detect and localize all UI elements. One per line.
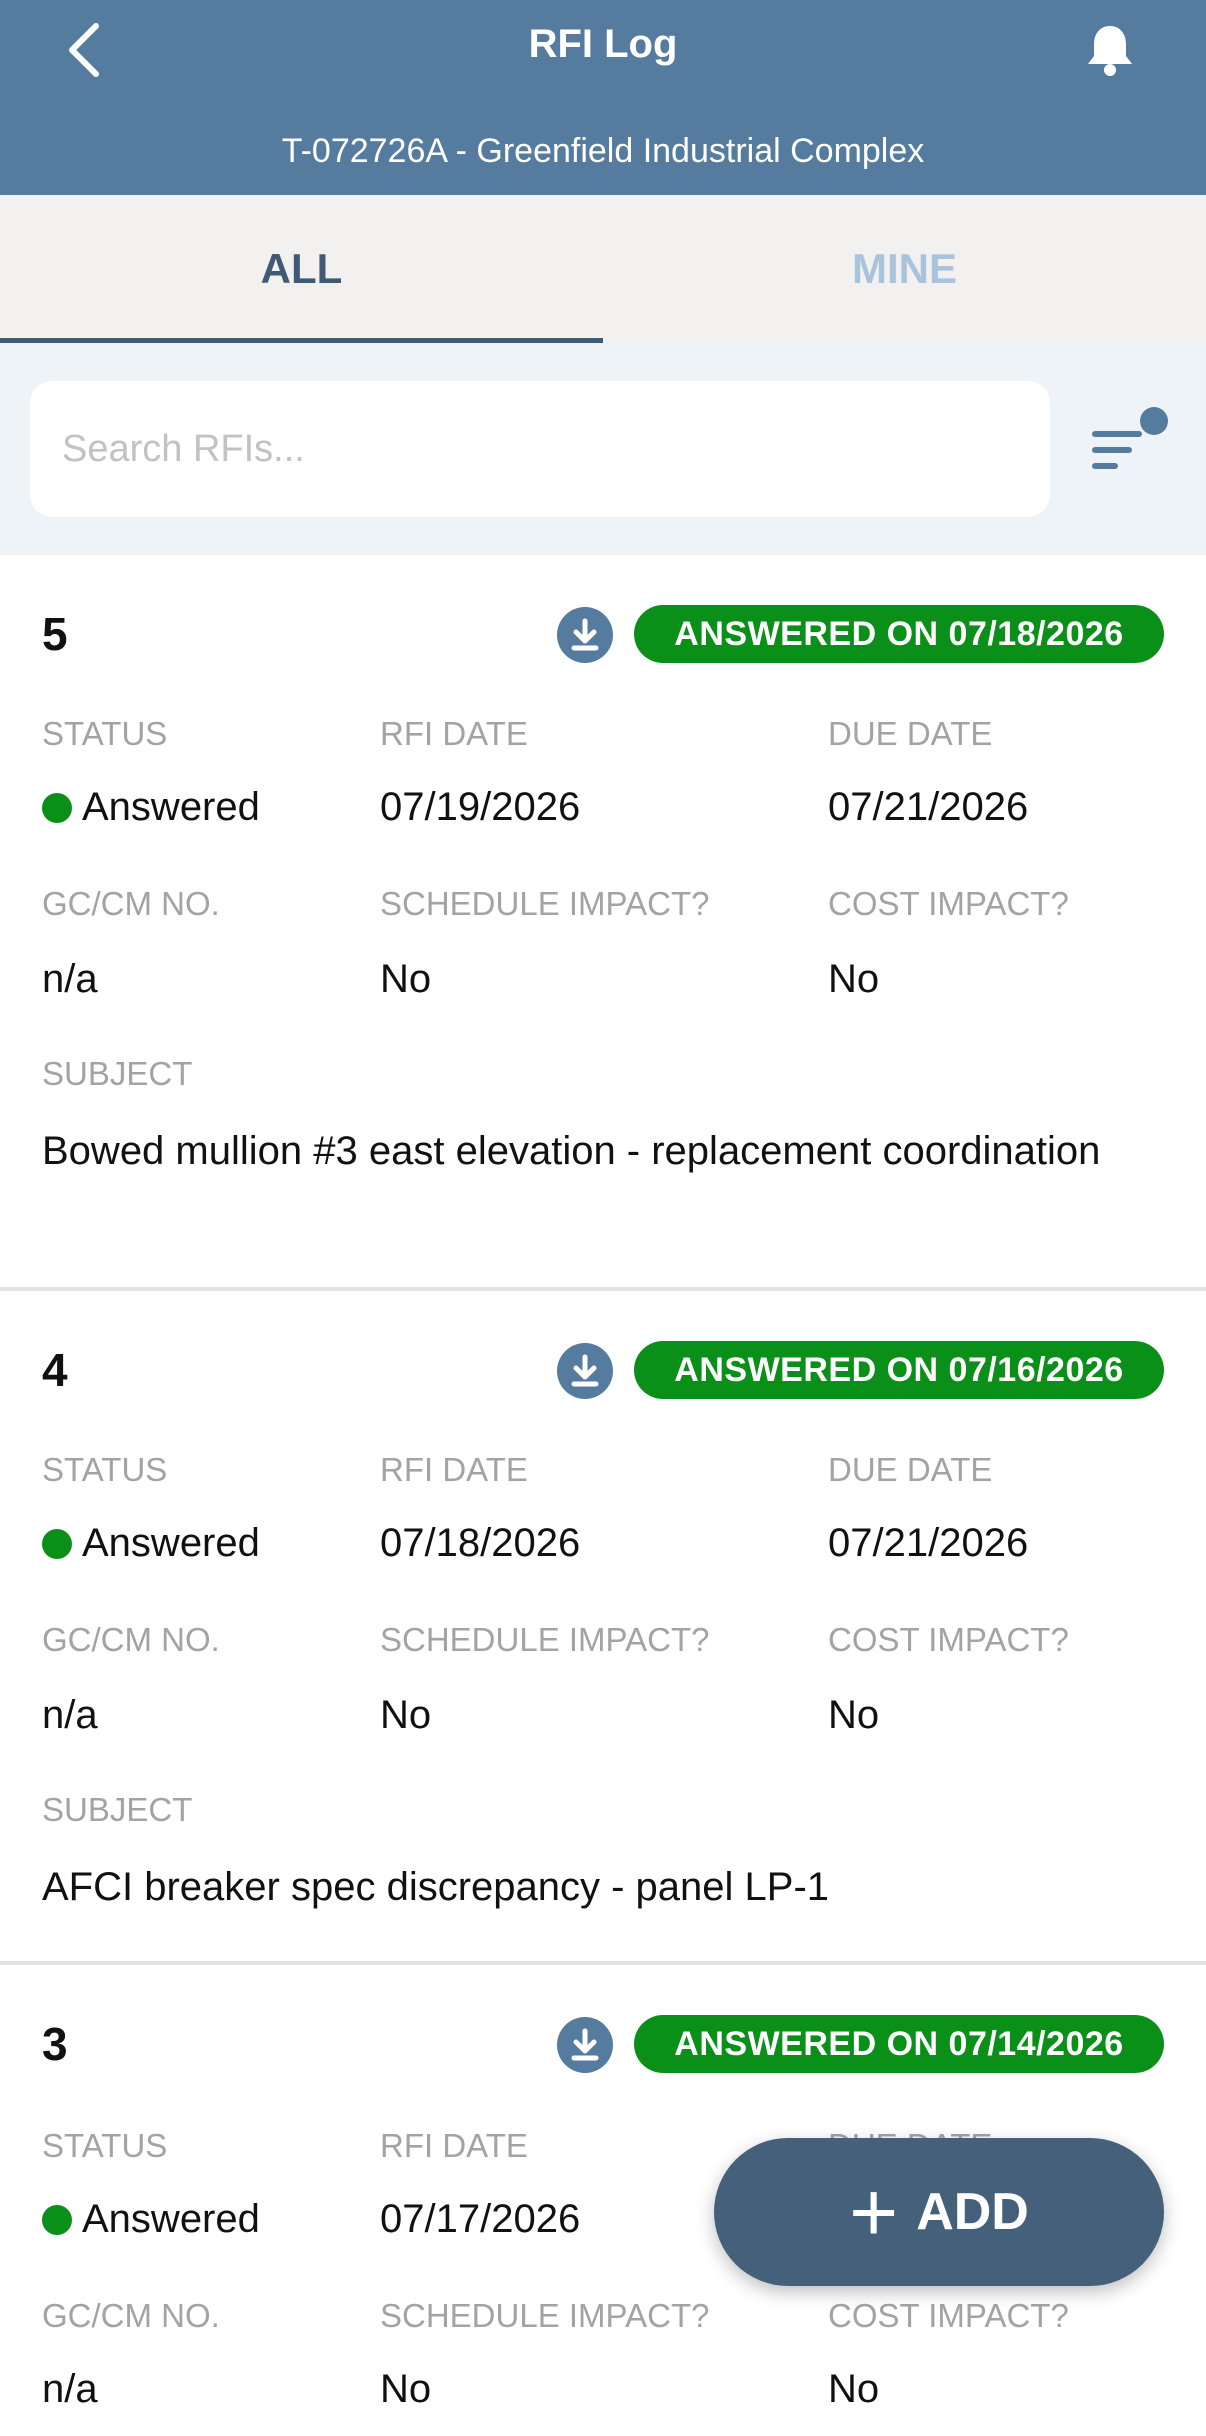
gc-cm-no-label: GC/CM NO.	[42, 2297, 220, 2334]
filter-button[interactable]	[1086, 403, 1176, 493]
rfi-date-value: 07/18/2026	[380, 1521, 581, 1565]
plus-icon: +	[849, 2165, 899, 2259]
gc-cm-no-value: n/a	[42, 957, 98, 1001]
cost-impact-value: No	[828, 957, 880, 1001]
schedule-impact-label: SCHEDULE IMPACT?	[380, 885, 710, 922]
subject-label: SUBJECT	[42, 1791, 193, 1828]
subject-value: Bowed mullion #3 east elevation - replac…	[42, 1129, 1101, 1173]
schedule-impact-label: SCHEDULE IMPACT?	[380, 2297, 710, 2334]
schedule-impact-label: SCHEDULE IMPACT?	[380, 1621, 710, 1658]
search-bar	[0, 343, 1206, 555]
search-input[interactable]	[30, 381, 1050, 517]
status-value: Answered	[42, 785, 260, 830]
gc-cm-no-value: n/a	[42, 1693, 98, 1737]
cost-impact-value: No	[828, 2367, 880, 2411]
due-date-value: 07/21/2026	[828, 785, 1029, 829]
gc-cm-no-value: n/a	[42, 2367, 98, 2411]
filter-icon	[1092, 407, 1168, 469]
status-dot-icon	[42, 1529, 72, 1559]
due-date-label: DUE DATE	[828, 1451, 993, 1488]
rfi-date-value: 07/19/2026	[380, 785, 581, 829]
download-icon[interactable]	[557, 1343, 613, 1399]
subject-value: AFCI breaker spec discrepancy - panel LP…	[42, 1865, 830, 1909]
schedule-impact-value: No	[380, 2367, 432, 2411]
rfi-card[interactable]: 5 ANSWERED ON 07/18/2026 STATUS RFI DATE…	[0, 555, 1206, 1291]
page-title: RFI Log	[528, 22, 678, 66]
add-rfi-button[interactable]: + ADD	[714, 2138, 1164, 2286]
cost-impact-value: No	[828, 1693, 880, 1737]
rfi-date-label: RFI DATE	[380, 2127, 528, 2164]
tab-all[interactable]: ALL	[0, 195, 603, 343]
status-label: STATUS	[42, 1451, 168, 1488]
add-label: ADD	[916, 2183, 1029, 2241]
status-dot-icon	[42, 2205, 72, 2235]
download-icon[interactable]	[557, 607, 613, 663]
subject-label: SUBJECT	[42, 1055, 193, 1092]
project-subtitle: T-072726A - Greenfield Industrial Comple…	[281, 132, 925, 170]
schedule-impact-value: No	[380, 957, 432, 1001]
download-icon[interactable]	[557, 2017, 613, 2073]
status-badge: ANSWERED ON 07/16/2026	[634, 1341, 1164, 1399]
bell-icon	[1088, 26, 1132, 76]
rfi-number: 4	[42, 1344, 68, 1396]
status-label: STATUS	[42, 715, 168, 752]
status-value: Answered	[42, 2197, 260, 2242]
rfi-date-label: RFI DATE	[380, 715, 528, 752]
gc-cm-no-label: GC/CM NO.	[42, 885, 220, 922]
rfi-card[interactable]: 4 ANSWERED ON 07/16/2026 STATUS RFI DATE…	[0, 1291, 1206, 1965]
app-header: RFI Log T-072726A - Greenfield Industria…	[0, 0, 1206, 195]
status-value: Answered	[42, 1521, 260, 1566]
status-badge: ANSWERED ON 07/14/2026	[634, 2015, 1164, 2073]
status-dot-icon	[42, 793, 72, 823]
cost-impact-label: COST IMPACT?	[828, 1621, 1069, 1658]
cost-impact-label: COST IMPACT?	[828, 2297, 1069, 2334]
due-date-label: DUE DATE	[828, 715, 993, 752]
rfi-number: 3	[42, 2018, 68, 2070]
due-date-value: 07/21/2026	[828, 1521, 1029, 1565]
gc-cm-no-label: GC/CM NO.	[42, 1621, 220, 1658]
status-label: STATUS	[42, 2127, 168, 2164]
schedule-impact-value: No	[380, 1693, 432, 1737]
status-badge: ANSWERED ON 07/18/2026	[634, 605, 1164, 663]
tab-mine[interactable]: MINE	[603, 195, 1206, 343]
cost-impact-label: COST IMPACT?	[828, 885, 1069, 922]
tab-bar: ALL MINE	[0, 195, 1206, 343]
notifications-button[interactable]	[1080, 18, 1140, 82]
rfi-date-value: 07/17/2026	[380, 2197, 581, 2241]
rfi-number: 5	[42, 608, 68, 660]
rfi-date-label: RFI DATE	[380, 1451, 528, 1488]
